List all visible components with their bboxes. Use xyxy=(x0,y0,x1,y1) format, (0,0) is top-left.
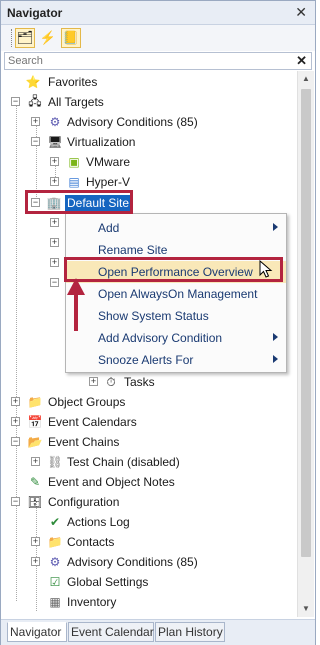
collapse-icon[interactable]: − xyxy=(31,198,40,207)
collapse-icon[interactable]: − xyxy=(31,137,40,146)
submenu-arrow-icon xyxy=(273,355,278,363)
scroll-up-icon[interactable]: ▲ xyxy=(298,71,314,87)
collapse-icon[interactable]: − xyxy=(11,97,20,106)
bottom-tab-strip: Navigator Event Calendar Plan History xyxy=(1,619,315,645)
tab-plan-history[interactable]: Plan History xyxy=(155,622,225,642)
global-settings-icon: ☑ xyxy=(49,575,61,589)
contacts-folder-icon: 📁 xyxy=(47,535,63,549)
notes-icon: ✎ xyxy=(29,475,41,489)
actions-log-icon: ✔ xyxy=(49,515,61,529)
menu-item-snooze-alerts-for[interactable]: Snooze Alerts For xyxy=(66,349,286,371)
tree-item-inventory[interactable]: ▦ Inventory xyxy=(1,592,297,612)
advisory-icon: ⚙ xyxy=(49,555,61,569)
submenu-arrow-icon xyxy=(273,333,278,341)
collapse-icon[interactable]: − xyxy=(50,278,59,287)
tree-item-vmware[interactable]: + ▣ VMware xyxy=(1,152,297,172)
navigator-panel: Navigator ✕ 🗂 ⚡ 📒 ✕ ⭐ Favorites − 🖧 All … xyxy=(0,0,316,645)
search-input[interactable] xyxy=(8,54,288,68)
tree-item-favorites[interactable]: ⭐ Favorites xyxy=(1,72,297,92)
clear-search-icon[interactable]: ✕ xyxy=(296,53,307,69)
targets-icon[interactable]: 🗂 xyxy=(15,28,35,48)
expand-icon[interactable]: + xyxy=(50,238,59,247)
tree-item-contacts[interactable]: + 📁 Contacts xyxy=(1,532,297,552)
tree-item-object-groups[interactable]: + 📁 Object Groups xyxy=(1,392,297,412)
expand-icon[interactable]: + xyxy=(31,117,40,126)
tree-item-tasks[interactable]: + ⏱ Tasks xyxy=(1,372,297,392)
context-menu: Add Rename Site Open Performance Overvie… xyxy=(65,213,287,373)
tree-item-test-chain[interactable]: + ⛓ Test Chain (disabled) xyxy=(1,452,297,472)
tree-item-global-settings[interactable]: ☑ Global Settings xyxy=(1,572,297,592)
tab-navigator[interactable]: Navigator xyxy=(7,622,67,642)
advisory-icon: ⚙ xyxy=(49,115,61,129)
object-groups-icon: 📁 xyxy=(27,395,43,409)
tree-item-hyperv[interactable]: + ▤ Hyper-V xyxy=(1,172,297,192)
scroll-down-icon[interactable]: ▼ xyxy=(298,601,314,617)
expand-icon[interactable]: + xyxy=(11,417,20,426)
chain-folder-icon: 📂 xyxy=(27,435,43,449)
tree-item-default-site[interactable]: − 🏢 Default Site xyxy=(1,193,297,213)
virtualization-icon: 🖥 xyxy=(47,135,63,149)
tree-item-event-object-notes[interactable]: ✎ Event and Object Notes xyxy=(1,472,297,492)
tree-item-advisory-conditions[interactable]: + ⚙ Advisory Conditions (85) xyxy=(1,112,297,132)
notes-icon[interactable]: 📒 xyxy=(61,28,81,48)
chain-icon: ⛓ xyxy=(47,455,63,469)
menu-item-open-performance-overview[interactable]: Open Performance Overview xyxy=(66,261,286,283)
inventory-icon: ▦ xyxy=(49,595,61,609)
hyperv-icon: ▤ xyxy=(68,175,80,189)
panel-title: Navigator xyxy=(7,6,63,20)
arrow-shaft xyxy=(74,294,78,331)
menu-item-show-system-status[interactable]: Show System Status xyxy=(66,305,286,327)
site-icon: 🏢 xyxy=(46,196,62,210)
tree-item-event-calendars[interactable]: + 📅 Event Calendars xyxy=(1,412,297,432)
expand-icon[interactable]: + xyxy=(50,177,59,186)
close-icon[interactable]: ✕ xyxy=(295,4,307,21)
menu-item-rename-site[interactable]: Rename Site xyxy=(66,239,286,261)
menu-item-add[interactable]: Add xyxy=(66,217,286,239)
title-bar: Navigator ✕ xyxy=(1,1,315,25)
tree-item-virtualization[interactable]: − 🖥 Virtualization xyxy=(1,132,297,152)
tree-item-config-advisory-conditions[interactable]: + ⚙ Advisory Conditions (85) xyxy=(1,552,297,572)
collapse-icon[interactable]: − xyxy=(11,497,20,506)
expand-icon[interactable]: + xyxy=(50,258,59,267)
tree-item-configuration[interactable]: − 🗄 Configuration xyxy=(1,492,297,512)
expand-icon[interactable]: + xyxy=(11,397,20,406)
targets-folder-icon: 🖧 xyxy=(28,93,42,108)
tab-event-calendar[interactable]: Event Calendar xyxy=(68,622,154,642)
search-box: ✕ xyxy=(4,52,312,70)
favorites-icon: ⭐ xyxy=(25,75,41,89)
tree-item-actions-log[interactable]: ✔ Actions Log xyxy=(1,512,297,532)
submenu-arrow-icon xyxy=(273,223,278,231)
arrow-up-icon xyxy=(67,278,85,295)
tree-scrollbar[interactable]: ▲ ▼ xyxy=(297,71,314,617)
menu-item-open-alwayson-management[interactable]: Open AlwaysOn Management xyxy=(66,283,286,305)
vmware-icon: ▣ xyxy=(68,155,80,169)
calendar-icon: 📅 xyxy=(27,415,43,429)
expand-icon[interactable]: + xyxy=(31,537,40,546)
toolbar-grip xyxy=(11,29,12,47)
toolbar: 🗂 ⚡ 📒 xyxy=(1,25,315,51)
expand-icon[interactable]: + xyxy=(89,377,98,386)
tree-item-event-chains[interactable]: − 📂 Event Chains xyxy=(1,432,297,452)
expand-icon[interactable]: + xyxy=(50,157,59,166)
expand-icon[interactable]: + xyxy=(31,457,40,466)
scroll-thumb[interactable] xyxy=(301,89,311,557)
tree-item-all-targets[interactable]: − 🖧 All Targets xyxy=(1,92,297,112)
collapse-icon[interactable]: − xyxy=(11,437,20,446)
expand-icon[interactable]: + xyxy=(50,218,59,227)
expand-icon[interactable]: + xyxy=(31,557,40,566)
tasks-icon: ⏱ xyxy=(106,374,116,389)
mouse-cursor-icon xyxy=(259,260,273,278)
menu-item-add-advisory-condition[interactable]: Add Advisory Condition xyxy=(66,327,286,349)
lightning-icon[interactable]: ⚡ xyxy=(38,28,58,48)
configuration-icon: 🗄 xyxy=(27,495,43,509)
